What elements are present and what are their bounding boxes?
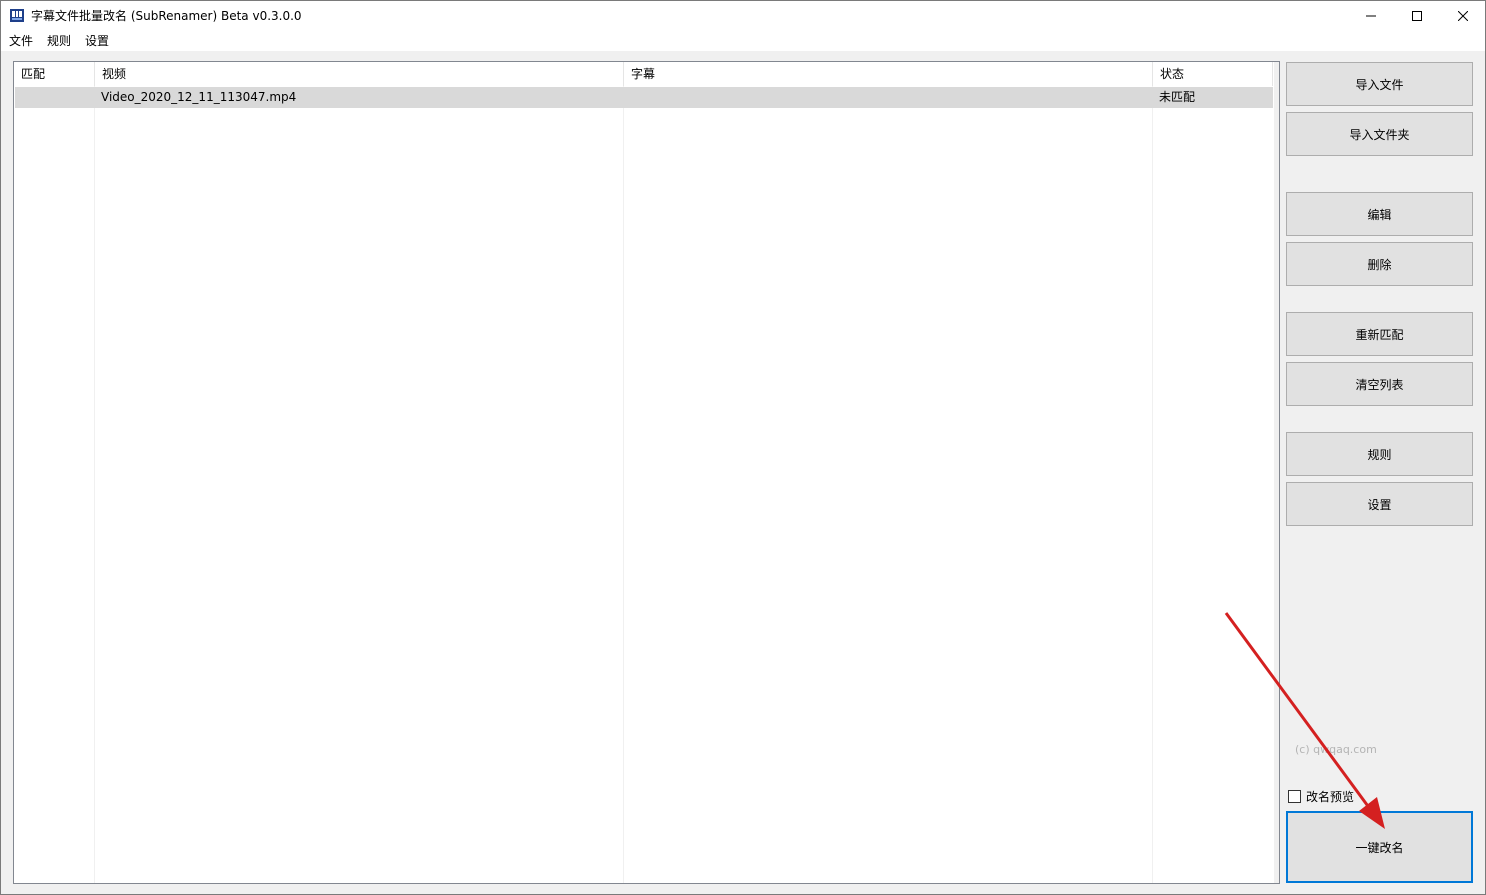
cell-match bbox=[15, 87, 95, 108]
maximize-icon bbox=[1412, 11, 1422, 21]
preview-checkbox[interactable] bbox=[1288, 790, 1301, 803]
app-window: 字幕文件批量改名 (SubRenamer) Beta v0.3.0.0 文件 规… bbox=[0, 0, 1486, 895]
cell-subtitle bbox=[624, 87, 1153, 108]
import-folder-button[interactable]: 导入文件夹 bbox=[1286, 112, 1473, 156]
rematch-button[interactable]: 重新匹配 bbox=[1286, 312, 1473, 356]
scrollbar[interactable] bbox=[1274, 62, 1279, 883]
table-row[interactable]: Video_2020_12_11_113047.mp4 未匹配 bbox=[15, 87, 1273, 108]
cell-video: Video_2020_12_11_113047.mp4 bbox=[101, 90, 297, 104]
settings-button[interactable]: 设置 bbox=[1286, 482, 1473, 526]
cell-status: 未匹配 bbox=[1159, 90, 1196, 104]
maximize-button[interactable] bbox=[1394, 1, 1440, 31]
column-divider bbox=[1152, 86, 1153, 883]
clear-list-button[interactable]: 清空列表 bbox=[1286, 362, 1473, 406]
title-bar[interactable]: 字幕文件批量改名 (SubRenamer) Beta v0.3.0.0 bbox=[1, 1, 1485, 31]
menu-rules[interactable]: 规则 bbox=[47, 34, 71, 48]
rename-all-button[interactable]: 一键改名 bbox=[1286, 811, 1473, 883]
rules-button[interactable]: 规则 bbox=[1286, 432, 1473, 476]
edit-button[interactable]: 编辑 bbox=[1286, 192, 1473, 236]
column-header-video[interactable]: 视频 bbox=[95, 62, 624, 86]
minimize-icon bbox=[1366, 15, 1376, 17]
list-header: 匹配 视频 字幕 状态 bbox=[14, 62, 1279, 86]
minimize-button[interactable] bbox=[1348, 1, 1394, 31]
import-file-button[interactable]: 导入文件 bbox=[1286, 62, 1473, 106]
close-icon bbox=[1458, 11, 1468, 21]
column-header-match[interactable]: 匹配 bbox=[14, 62, 95, 86]
close-button[interactable] bbox=[1440, 1, 1485, 31]
column-divider bbox=[94, 86, 95, 883]
window-title: 字幕文件批量改名 (SubRenamer) Beta v0.3.0.0 bbox=[31, 9, 302, 23]
column-header-status[interactable]: 状态 bbox=[1153, 62, 1273, 86]
delete-button[interactable]: 删除 bbox=[1286, 242, 1473, 286]
file-list[interactable]: 匹配 视频 字幕 状态 Video_2020_12_11_113047.mp4 … bbox=[13, 61, 1280, 884]
app-icon bbox=[10, 9, 24, 22]
menu-bar: 文件 规则 设置 bbox=[1, 31, 1485, 51]
menu-file[interactable]: 文件 bbox=[9, 34, 33, 48]
preview-checkbox-label[interactable]: 改名预览 bbox=[1306, 788, 1354, 805]
preview-checkbox-group[interactable]: 改名预览 bbox=[1288, 788, 1354, 805]
menu-settings[interactable]: 设置 bbox=[85, 34, 109, 48]
column-header-subtitle[interactable]: 字幕 bbox=[624, 62, 1153, 86]
column-divider bbox=[623, 86, 624, 883]
copyright-text: (c) qwqaq.com bbox=[1295, 743, 1377, 756]
